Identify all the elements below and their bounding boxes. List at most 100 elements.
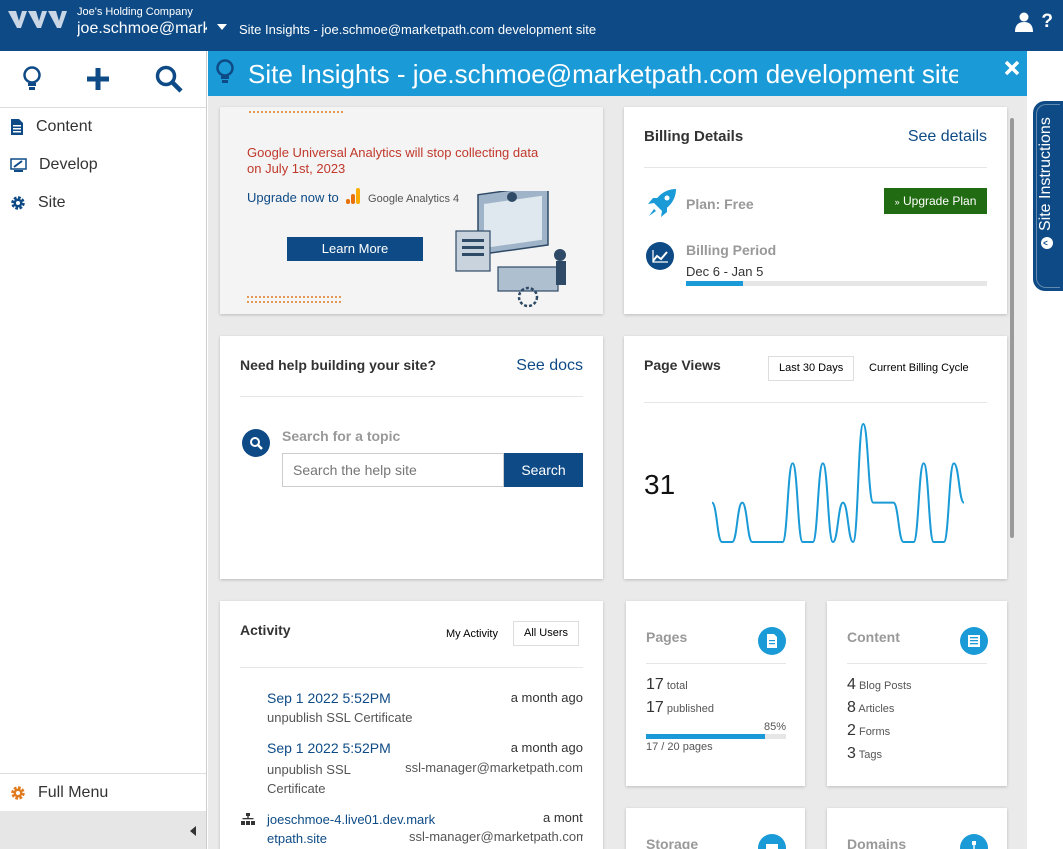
site-instructions-label: ^Site Instructions — [1037, 117, 1055, 249]
activity-date[interactable]: Sep 1 2022 5:52PM — [267, 690, 391, 706]
billing-title: Billing Details — [644, 128, 744, 145]
upgrade-plan-button[interactable]: » Upgrade Plan — [884, 188, 987, 214]
activity-time-ago: a month ago — [510, 690, 583, 705]
sidebar-item-site[interactable]: Site — [0, 184, 206, 222]
activity-date[interactable]: Sep 1 2022 5:52PM — [267, 740, 391, 756]
storage-icon — [758, 834, 786, 849]
search-topic-label: Search for a topic — [282, 428, 401, 444]
sitemap-icon — [960, 834, 988, 849]
google-analytics-icon — [346, 188, 361, 204]
content-stat-blog-posts: 4 Blog Posts — [847, 676, 912, 693]
gear-icon — [11, 785, 25, 800]
content-stat-tags: 3 Tags — [847, 745, 883, 762]
sidebar-item-label: Site — [38, 194, 66, 211]
tab-current-billing-cycle[interactable]: Current Billing Cycle — [869, 362, 969, 374]
rocket-icon — [648, 189, 676, 217]
billing-period-dates: Dec 6 - Jan 5 — [686, 264, 764, 279]
full-menu-button[interactable]: Full Menu — [0, 773, 206, 811]
search-icon[interactable] — [155, 65, 183, 93]
tab-last-30-days[interactable]: Last 30 Days — [768, 356, 855, 381]
user-icon[interactable] — [1015, 12, 1034, 32]
analytics-illustration — [455, 191, 566, 308]
activity-user: ssl-manager@marketpath.com — [405, 760, 583, 775]
tab-my-activity[interactable]: My Activity — [446, 628, 498, 640]
chart-line-icon — [646, 242, 674, 270]
lightbulb-icon — [216, 59, 234, 83]
sitemap-icon — [241, 813, 255, 825]
storage-card: Storage — [626, 808, 805, 849]
chevron-up-icon: ^ — [1041, 237, 1053, 249]
marketpath-logo[interactable] — [8, 8, 68, 30]
help-title: Need help building your site? — [240, 357, 437, 373]
tab-all-users[interactable]: All Users — [513, 621, 580, 646]
billing-period-label: Billing Period — [686, 242, 777, 258]
lightbulb-icon[interactable] — [22, 66, 41, 92]
promo-headline: Google Universal Analytics will stop col… — [247, 145, 539, 176]
sidebar-item-content[interactable]: Content — [0, 108, 206, 146]
activity-description: unpublish SSL Certificate — [267, 710, 413, 725]
learn-more-button[interactable]: Learn More — [287, 237, 423, 261]
pages-title: Pages — [646, 629, 688, 645]
storage-title: Storage — [646, 836, 699, 849]
company-name: Joe's Holding Company — [77, 6, 193, 18]
document-icon — [11, 119, 23, 135]
pages-usage: 17 / 20 pages — [646, 741, 713, 753]
dots-decoration — [247, 296, 341, 303]
content-stat-articles: 8 Articles — [847, 699, 895, 716]
billing-card: Billing Details See details Plan: Free »… — [624, 107, 1007, 314]
collapse-sidebar-button[interactable] — [0, 811, 206, 849]
plus-icon[interactable] — [86, 67, 110, 91]
promo-upgrade-text: Upgrade now to Google Analytics 4 — [247, 187, 459, 205]
billing-progress-bar — [686, 281, 987, 286]
activity-user: ssl-manager@marketpath.com — [409, 829, 583, 844]
scrollbar[interactable] — [1010, 118, 1014, 538]
panel-title: Site Insights - joe.schmoe@marketpath.co… — [248, 59, 958, 89]
document-icon — [758, 627, 786, 655]
full-menu-label: Full Menu — [38, 783, 109, 801]
top-bar: Joe's Holding Company joe.schmoe@marketp… — [0, 0, 1063, 51]
domains-title: Domains — [847, 836, 907, 849]
insights-content: Google Universal Analytics will stop col… — [208, 96, 1027, 849]
help-search-input[interactable] — [282, 453, 504, 487]
domains-card: Domains — [827, 808, 1007, 849]
develop-icon — [10, 158, 27, 172]
pages-card: Pages 17 total 17 published 85% 17 / 20 … — [626, 601, 805, 786]
page-views-total: 31 — [644, 469, 676, 500]
close-icon[interactable] — [1005, 61, 1019, 75]
see-details-link[interactable]: See details — [908, 128, 987, 146]
current-site[interactable]: Site Insights - joe.schmoe@marketpath.co… — [239, 22, 596, 37]
activity-description: unpublish SSL Certificate — [267, 762, 351, 796]
search-icon — [242, 429, 270, 457]
page-views-line — [711, 422, 965, 544]
activity-card: Activity My Activity All Users Sep 1 202… — [220, 601, 603, 849]
content-title: Content — [847, 629, 900, 645]
account-switcher[interactable]: joe.schmoe@marketpath.com — [77, 20, 207, 38]
ga4-promo-card: Google Universal Analytics will stop col… — [220, 107, 603, 314]
pages-total: 17 total — [646, 676, 688, 693]
list-icon — [960, 627, 988, 655]
gear-icon — [11, 196, 25, 210]
help-icon[interactable]: ? — [1041, 12, 1053, 32]
content-card: Content 4 Blog Posts 8 Articles 2 Forms … — [827, 601, 1007, 786]
pages-percent: 85% — [763, 721, 786, 733]
caret-down-icon[interactable] — [217, 24, 227, 30]
sidebar: Content Develop Site Full Menu — [0, 51, 207, 849]
help-search-button[interactable]: Search — [504, 453, 583, 487]
activity-time-ago: a month ago — [510, 740, 583, 755]
activity-title: Activity — [240, 622, 291, 638]
caret-left-icon — [190, 826, 196, 836]
chevron-up-icon: » — [894, 197, 900, 207]
plan-label: Plan: Free — [686, 196, 754, 212]
see-docs-link[interactable]: See docs — [516, 357, 583, 375]
pages-progress-bar — [646, 734, 786, 739]
page-views-sparkline — [711, 422, 965, 544]
panel-header: Site Insights - joe.schmoe@marketpath.co… — [208, 51, 1027, 96]
sidebar-item-label: Content — [36, 118, 93, 135]
site-instructions-tab[interactable]: ^Site Instructions — [1033, 101, 1063, 291]
content-stat-forms: 2 Forms — [847, 722, 891, 739]
page-views-card: Page Views Last 30 Days Current Billing … — [624, 336, 1007, 579]
dots-decoration — [249, 111, 343, 113]
sidebar-item-develop[interactable]: Develop — [0, 146, 206, 184]
sidebar-item-label: Develop — [39, 156, 98, 173]
page-views-title: Page Views — [644, 357, 721, 373]
